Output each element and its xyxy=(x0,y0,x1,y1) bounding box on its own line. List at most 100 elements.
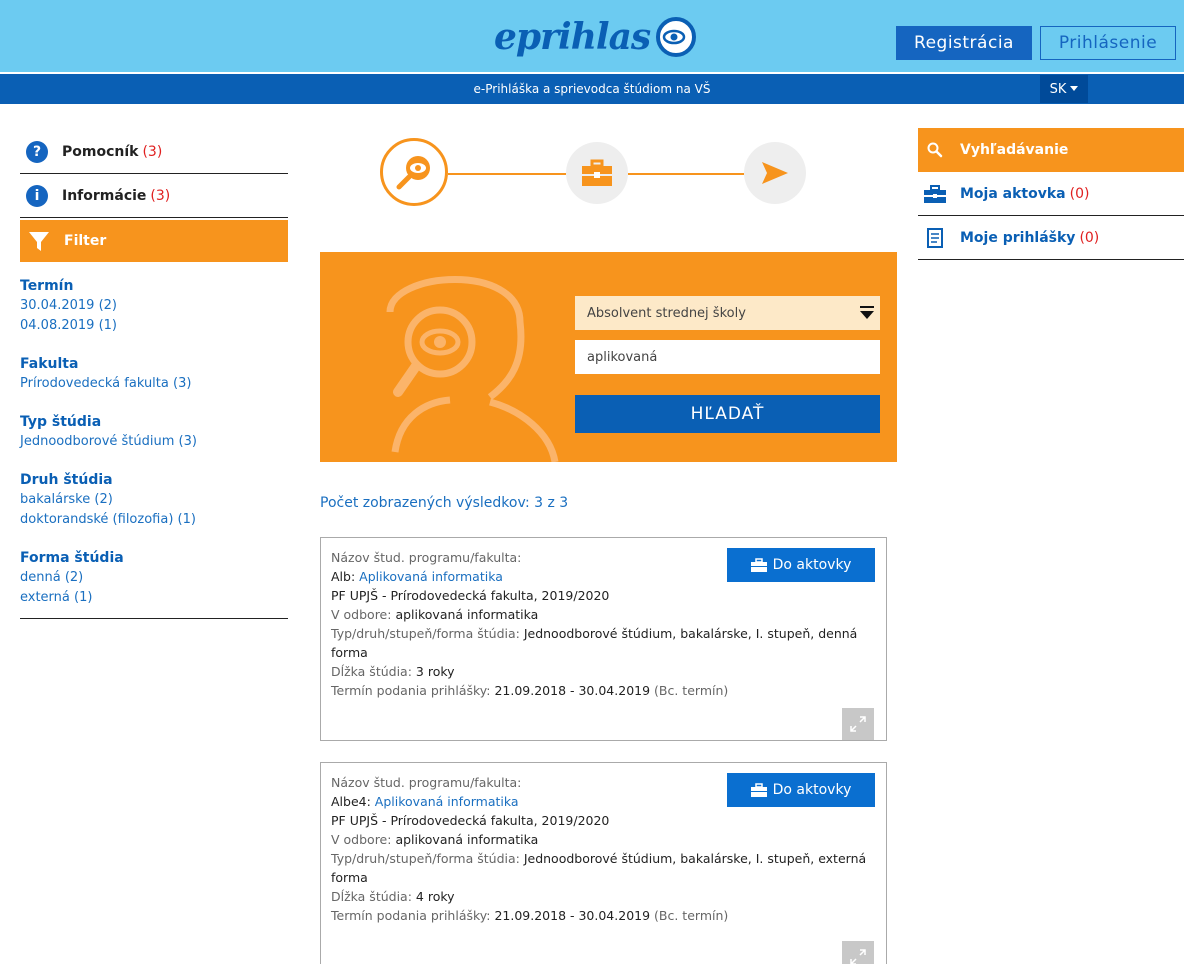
length-label: Dĺžka štúdia: xyxy=(331,889,416,904)
logo-text: eprihlas xyxy=(494,16,651,58)
field-line: V odbore: aplikovaná informatika xyxy=(331,605,876,624)
filter-header[interactable]: Filter xyxy=(20,220,288,262)
expand-icon xyxy=(850,949,866,964)
program-link[interactable]: Aplikovaná informatika xyxy=(375,794,519,809)
program-code: Albe4: xyxy=(331,794,375,809)
filter-group-title: Druh štúdia xyxy=(20,472,113,488)
helper-menu-item[interactable]: ? Pomocník (3) xyxy=(20,130,288,174)
filter-icon xyxy=(29,232,49,251)
expand-button[interactable] xyxy=(842,708,874,740)
right-sidebar: Vyhľadávanie Moja aktovka (0) Moje prihl… xyxy=(918,128,1184,260)
add-to-briefcase-button[interactable]: Do aktovky xyxy=(727,548,875,582)
filter-group-title: Termín xyxy=(20,278,74,294)
expand-button[interactable] xyxy=(842,941,874,964)
helper-label: Pomocník xyxy=(62,143,139,160)
field-value: aplikovaná informatika xyxy=(395,607,539,622)
filter-group-title: Typ štúdia xyxy=(20,414,102,430)
faculty: PF UPJŠ - Prírodovedecká fakulta, 2019/2… xyxy=(331,588,610,603)
sub-header: e-Prihláška a sprievodca štúdiom na VŠ xyxy=(0,72,1184,104)
site-logo[interactable]: eprihlas xyxy=(494,14,698,60)
expand-icon xyxy=(850,716,866,732)
filter-group-term: Termín 30.04.2019 (2) 04.08.2019 (1) xyxy=(20,278,288,336)
deadline-value: 21.09.2018 - 30.04.2019 xyxy=(494,683,651,698)
field-label: V odbore: xyxy=(331,832,396,847)
send-arrow-icon xyxy=(762,162,788,184)
filter-option[interactable]: externá (1) xyxy=(20,588,288,608)
applications-nav-item[interactable]: Moje prihlášky (0) xyxy=(918,216,1184,260)
deadline-note: (Bc. termín) xyxy=(650,683,729,698)
language-selector[interactable]: SK xyxy=(1040,75,1088,103)
filter-option[interactable]: 04.08.2019 (1) xyxy=(20,316,288,336)
deadline-value: 21.09.2018 - 30.04.2019 xyxy=(494,908,651,923)
language-label: SK xyxy=(1049,81,1067,97)
register-button[interactable]: Registrácia xyxy=(896,26,1032,60)
site-subtitle: e-Prihláška a sprievodca štúdiom na VŠ xyxy=(473,82,711,96)
filter-option[interactable]: doktorandské (filozofia) (1) xyxy=(20,510,288,530)
filter-option[interactable]: 30.04.2019 (2) xyxy=(20,296,288,316)
filter-label: Filter xyxy=(64,233,107,249)
field-value: aplikovaná informatika xyxy=(395,832,539,847)
results-count: Počet zobrazených výsledkov: 3 z 3 xyxy=(320,495,569,511)
search-button[interactable]: HĽADAŤ xyxy=(575,395,880,433)
chevron-down-icon xyxy=(1070,86,1079,91)
deadline-note: (Bc. termín) xyxy=(650,908,729,923)
applications-count: (0) xyxy=(1079,229,1100,246)
filter-option[interactable]: bakalárske (2) xyxy=(20,490,288,510)
filter-option[interactable]: denná (2) xyxy=(20,568,288,588)
info-label: Informácie xyxy=(62,187,147,204)
field-line: V odbore: aplikovaná informatika xyxy=(331,830,876,849)
deadline-line: Termín podania prihlášky: 21.09.2018 - 3… xyxy=(331,906,876,925)
filter-option[interactable]: Jednoodborové štúdium (3) xyxy=(20,432,288,452)
applicant-type-select[interactable]: Absolvent strednej školy xyxy=(575,296,880,330)
search-nav-label: Vyhľadávanie xyxy=(960,142,1069,158)
program-link[interactable]: Aplikovaná informatika xyxy=(359,569,503,584)
filter-group-study-form: Forma štúdia denná (2) externá (1) xyxy=(20,550,288,608)
search-nav-item[interactable]: Vyhľadávanie xyxy=(918,128,1184,172)
filter-group-study-kind: Druh štúdia bakalárske (2) doktorandské … xyxy=(20,472,288,530)
search-panel: Absolvent strednej školy aplikovaná HĽAD… xyxy=(320,252,897,462)
result-card: Názov štud. programu/fakulta: Alb: Aplik… xyxy=(320,537,887,741)
person-magnifier-illustration xyxy=(386,276,559,462)
add-button-label: Do aktovky xyxy=(772,781,852,798)
briefcase-icon xyxy=(750,558,767,572)
search-eye-icon xyxy=(396,156,430,190)
type-label: Typ/druh/stupeň/forma štúdia: xyxy=(331,851,524,866)
filter-option[interactable]: Prírodovedecká fakulta (3) xyxy=(20,374,288,394)
briefcase-count: (0) xyxy=(1069,185,1090,202)
step-connector xyxy=(628,173,744,175)
step-search[interactable] xyxy=(380,138,448,206)
info-icon: i xyxy=(26,184,48,207)
length-line: Dĺžka štúdia: 4 roky xyxy=(331,887,876,906)
length-value: 4 roky xyxy=(415,889,455,904)
length-value: 3 roky xyxy=(415,664,455,679)
length-line: Dĺžka štúdia: 3 roky xyxy=(331,662,876,681)
search-input[interactable]: aplikovaná xyxy=(575,340,880,374)
briefcase-nav-item[interactable]: Moja aktovka (0) xyxy=(918,172,1184,216)
deadline-label: Termín podania prihlášky: xyxy=(331,683,495,698)
filter-group-title: Fakulta xyxy=(20,356,79,372)
magnifier-icon xyxy=(924,139,946,161)
filter-group-faculty: Fakulta Prírodovedecká fakulta (3) xyxy=(20,356,288,394)
add-to-briefcase-button[interactable]: Do aktovky xyxy=(727,773,875,807)
info-menu-item[interactable]: i Informácie (3) xyxy=(20,174,288,218)
briefcase-icon xyxy=(924,183,946,205)
program-code: Alb: xyxy=(331,569,360,584)
filter-group-title: Forma štúdia xyxy=(20,550,124,566)
info-count: (3) xyxy=(150,187,171,204)
result-card: Názov štud. programu/fakulta: Albe4: Apl… xyxy=(320,762,887,964)
login-button[interactable]: Prihlásenie xyxy=(1040,26,1176,60)
type-line: Typ/druh/stupeň/forma štúdia: Jednoodbor… xyxy=(331,849,876,887)
helper-count: (3) xyxy=(142,143,163,160)
briefcase-nav-label: Moja aktovka xyxy=(960,185,1066,202)
step-briefcase[interactable] xyxy=(566,142,628,204)
deadline-line: Termín podania prihlášky: 21.09.2018 - 3… xyxy=(331,681,876,700)
document-icon xyxy=(924,227,946,249)
briefcase-icon xyxy=(582,159,612,186)
left-sidebar: ? Pomocník (3) i Informácie (3) Filter T… xyxy=(20,130,288,619)
eye-logo-icon xyxy=(656,17,697,57)
chevron-down-icon xyxy=(860,306,874,319)
add-button-label: Do aktovky xyxy=(772,556,852,573)
field-label: V odbore: xyxy=(331,607,396,622)
length-label: Dĺžka štúdia: xyxy=(331,664,416,679)
step-send[interactable] xyxy=(744,142,806,204)
